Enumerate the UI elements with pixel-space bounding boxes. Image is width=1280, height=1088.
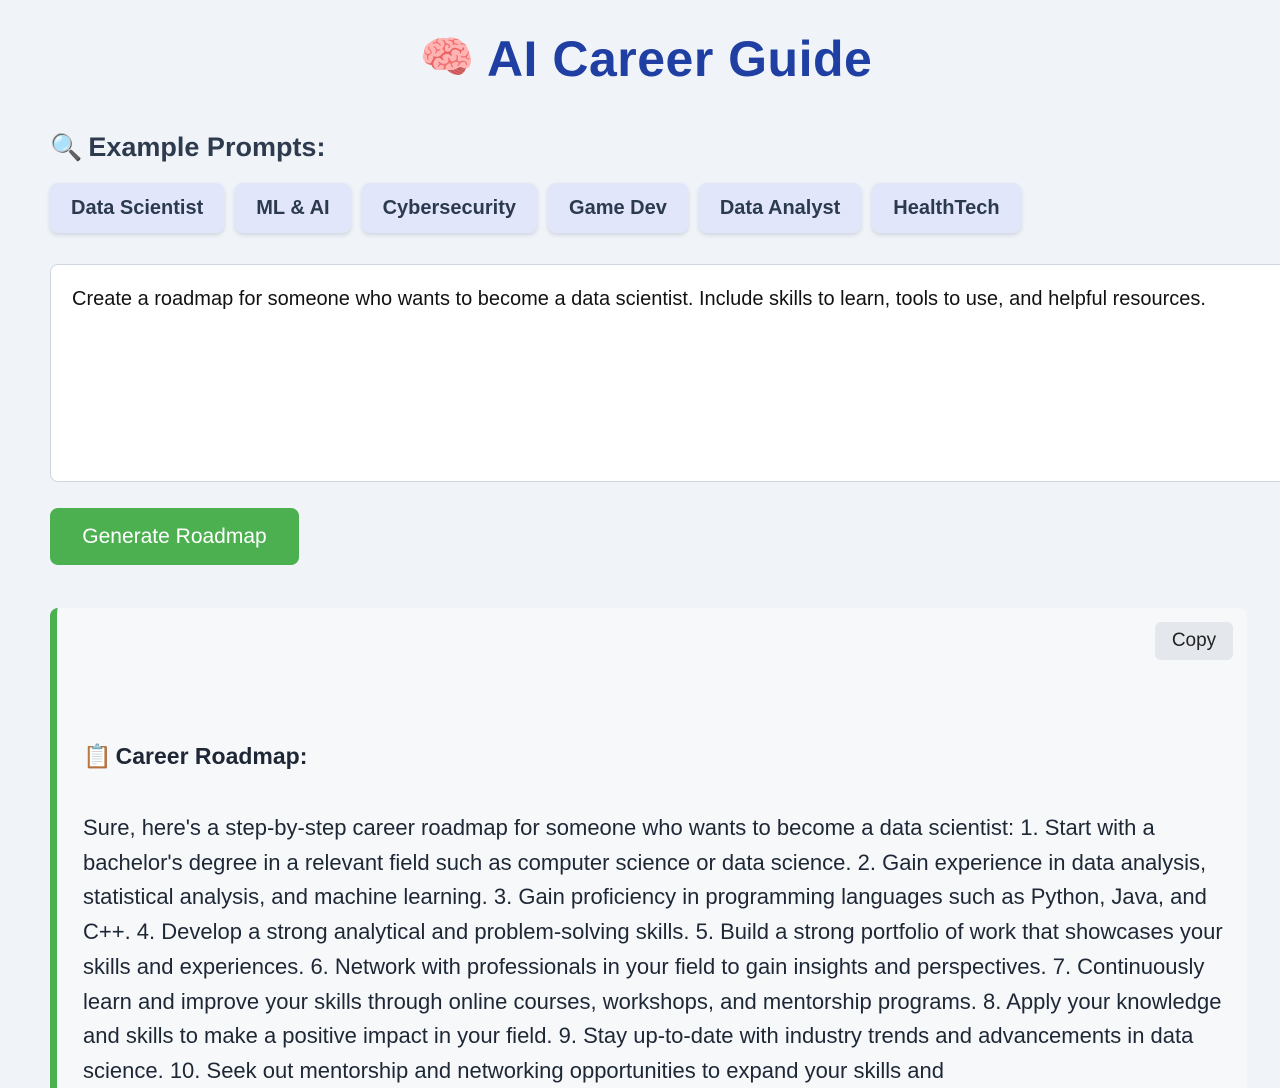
chip-game-dev[interactable]: Game Dev [548, 183, 688, 233]
roadmap-body: Sure, here's a step-by-step career roadm… [83, 815, 1223, 1083]
brain-icon: 🧠 [419, 33, 475, 82]
roadmap-heading-text: Career Roadmap: [115, 743, 308, 769]
page-title-text: AI Career Guide [486, 31, 873, 87]
generate-roadmap-button[interactable]: Generate Roadmap [50, 508, 299, 565]
roadmap-heading: 📋 Career Roadmap: [83, 743, 307, 770]
roadmap-result-panel: Copy 📋 Career Roadmap: Sure, here's a ste… [50, 608, 1247, 1088]
magnifier-icon: 🔍 [50, 132, 83, 162]
app-page: 🧠 AI Career Guide 🔍 Example Prompts: Data … [0, 0, 1280, 1088]
chip-ml-ai[interactable]: ML & AI [235, 183, 351, 233]
chip-cybersecurity[interactable]: Cybersecurity [361, 183, 538, 233]
copy-button[interactable]: Copy [1155, 622, 1233, 660]
chip-healthtech[interactable]: HealthTech [872, 183, 1021, 233]
chip-data-analyst[interactable]: Data Analyst [698, 183, 862, 233]
chip-data-scientist[interactable]: Data Scientist [50, 183, 225, 233]
prompt-input[interactable] [50, 264, 1280, 482]
example-prompts-heading: 🔍 Example Prompts: [50, 132, 325, 163]
example-prompt-chips: Data Scientist ML & AI Cybersecurity Gam… [50, 183, 1021, 233]
clipboard-icon: 📋 [83, 743, 112, 769]
example-prompts-heading-text: Example Prompts: [88, 132, 326, 162]
page-title: 🧠 AI Career Guide [0, 30, 1280, 88]
